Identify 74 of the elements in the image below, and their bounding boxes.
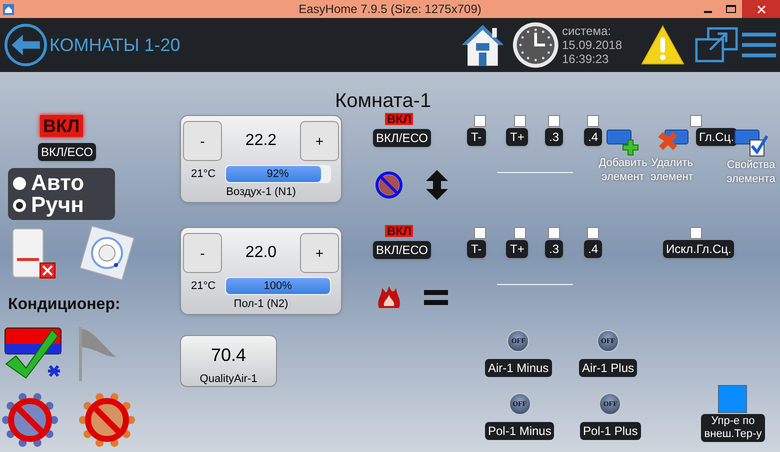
- quality-air-value: 70.4: [210, 344, 246, 367]
- power-eco-button[interactable]: ВКЛ/ЕСО: [373, 241, 431, 259]
- room-title: Комната-1: [335, 89, 432, 114]
- mode-switch[interactable]: Авто Ручн: [8, 168, 115, 220]
- exclude-scene-button[interactable]: Искл.Гл.Сц.: [663, 240, 734, 258]
- checkbox[interactable]: [474, 115, 486, 127]
- option-button[interactable]: .4: [584, 128, 602, 146]
- window-expand-icon[interactable]: [694, 26, 738, 64]
- close-button[interactable]: [742, 0, 780, 18]
- no-fire-icon[interactable]: [374, 170, 404, 200]
- power-badge: ВКЛ: [385, 225, 414, 237]
- equals-icon[interactable]: [424, 290, 448, 306]
- power-eco-button[interactable]: ВКЛ/ЕСО: [38, 143, 96, 161]
- menu-icon[interactable]: [742, 30, 776, 60]
- conditioner-label: Кондиционер:: [8, 295, 120, 315]
- app-icon: [3, 4, 14, 14]
- radio-button[interactable]: [13, 198, 26, 212]
- checkbox[interactable]: [690, 227, 702, 239]
- setpoint-value: 22.2: [244, 131, 278, 151]
- plus-button[interactable]: +: [300, 121, 339, 161]
- power-badge: ВКЛ: [385, 113, 414, 125]
- option-button[interactable]: T+: [506, 128, 528, 146]
- system-time: 16:39:23: [562, 52, 610, 66]
- add-screen-icon[interactable]: [606, 128, 640, 156]
- progress-reading: 100%: [262, 278, 293, 294]
- checkbox[interactable]: [587, 115, 599, 127]
- checkbox[interactable]: [548, 227, 560, 239]
- thermostat-name: Пол-1 (N2): [232, 297, 290, 312]
- header-title: КОМНАТЫ 1-20: [49, 34, 180, 56]
- option-button[interactable]: T-: [467, 240, 486, 258]
- relay-label[interactable]: Pol-1 Plus: [580, 422, 641, 440]
- external-control-label[interactable]: Упр-е по внеш.Тер-у: [701, 414, 765, 442]
- clock-icon[interactable]: [512, 20, 559, 70]
- plus-button[interactable]: +: [300, 233, 339, 273]
- option-button[interactable]: .3: [545, 240, 564, 258]
- no-fan-icon[interactable]: [2, 392, 58, 448]
- option-button[interactable]: T-: [467, 128, 486, 146]
- up-down-arrow-icon[interactable]: [425, 170, 449, 200]
- option-button[interactable]: .3: [545, 128, 564, 146]
- radio-button[interactable]: [13, 176, 26, 190]
- checkbox[interactable]: [690, 115, 702, 127]
- relay-label[interactable]: Air-1 Minus: [485, 359, 552, 377]
- thermostat-dial-icon[interactable]: [78, 224, 136, 282]
- system-label: система:: [562, 24, 612, 38]
- mode-label[interactable]: Ручн: [31, 194, 84, 216]
- checkbox[interactable]: [514, 227, 526, 239]
- minus-button[interactable]: -: [183, 121, 222, 161]
- motion-sensor-icon[interactable]: [12, 228, 56, 280]
- progress-reading: 92%: [266, 166, 290, 182]
- system-date: 15.09.2018: [562, 38, 622, 52]
- checkbox[interactable]: [474, 227, 486, 239]
- power-eco-button[interactable]: ВКЛ/ЕСО: [373, 129, 431, 147]
- warning-icon[interactable]: [641, 23, 685, 67]
- checkbox[interactable]: [587, 227, 599, 239]
- power-badge: ВКЛ: [40, 115, 83, 137]
- relay-label[interactable]: Air-1 Plus: [579, 359, 638, 377]
- checkbox[interactable]: [548, 115, 560, 127]
- no-heater-icon[interactable]: [79, 392, 135, 448]
- relay-label[interactable]: Pol-1 Minus: [485, 422, 554, 440]
- current-temperature: 21°C: [191, 278, 216, 294]
- properties-screen-icon[interactable]: [734, 128, 768, 158]
- current-temperature: 21°C: [191, 166, 216, 182]
- setpoint-value: 22.0: [244, 243, 278, 263]
- close-icon[interactable]: [756, 4, 766, 14]
- exclude-scene-button[interactable]: Гл.Сц.: [696, 128, 738, 146]
- checkbox[interactable]: [514, 115, 526, 127]
- option-button[interactable]: .4: [584, 240, 602, 258]
- quality-air-name: QualityAir-1: [200, 372, 258, 387]
- thermostat-name: Воздух-1 (N1): [225, 185, 297, 200]
- minus-button[interactable]: -: [183, 233, 222, 273]
- maximize-icon[interactable]: [726, 5, 736, 13]
- option-button[interactable]: T+: [506, 240, 528, 258]
- window-title: EasyHome 7.9.5 (Size: 1275x709): [298, 1, 482, 18]
- mode-label[interactable]: Авто: [31, 172, 84, 194]
